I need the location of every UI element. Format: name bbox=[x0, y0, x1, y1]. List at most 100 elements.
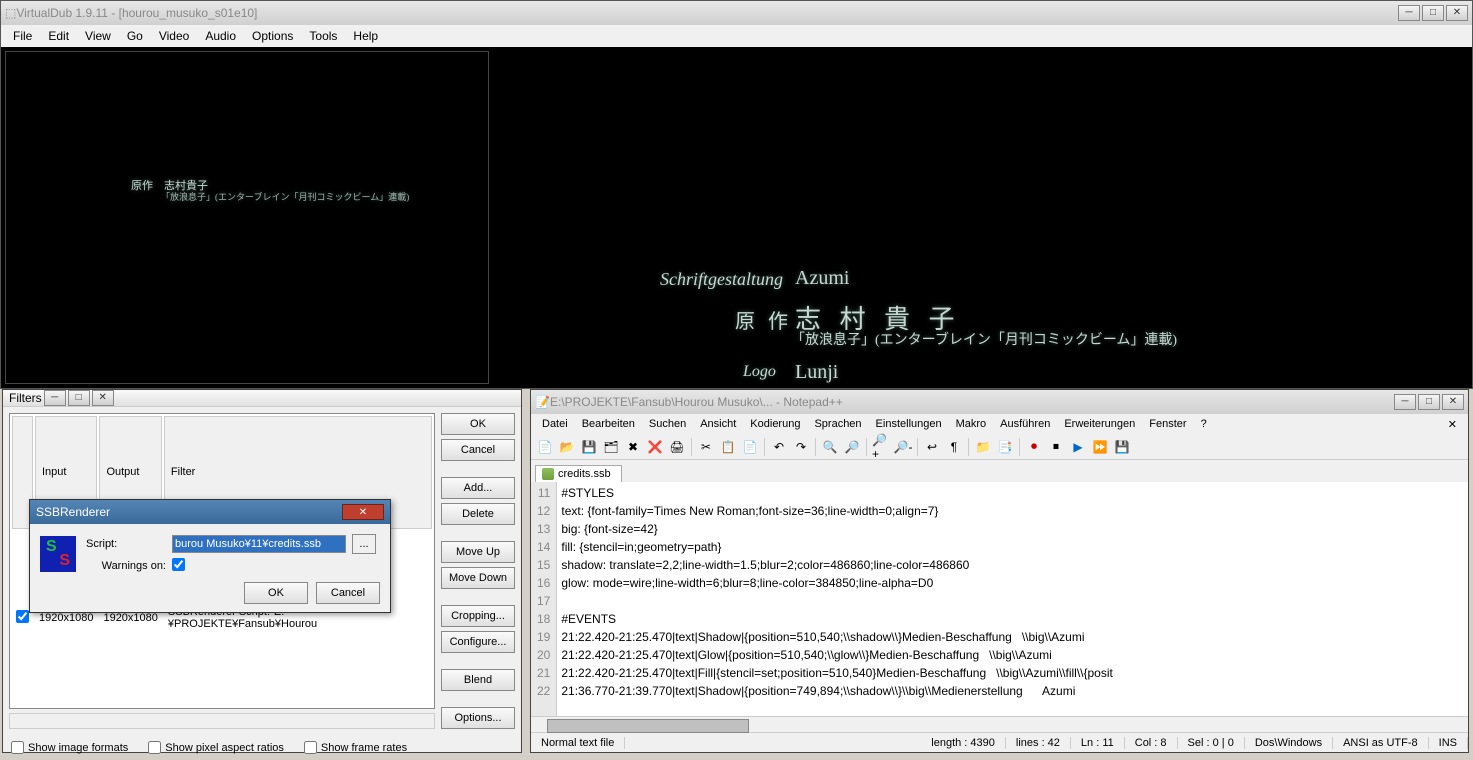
ok-button[interactable]: OK bbox=[441, 413, 515, 435]
replace-icon[interactable]: 🔎 bbox=[842, 437, 862, 457]
close-file-icon[interactable]: ✖ bbox=[623, 437, 643, 457]
fast-macro-icon[interactable]: ⏩ bbox=[1090, 437, 1110, 457]
blend-button[interactable]: Blend bbox=[441, 669, 515, 691]
menu-suchen[interactable]: Suchen bbox=[642, 416, 693, 432]
menu-edit[interactable]: Edit bbox=[40, 27, 77, 45]
titlebar[interactable]: ⬚ VirtualDub 1.9.11 - [hourou_musuko_s01… bbox=[1, 1, 1472, 25]
ok-button[interactable]: OK bbox=[244, 582, 308, 604]
show-image-formats-checkbox[interactable] bbox=[11, 741, 24, 754]
menu-bearbeiten[interactable]: Bearbeiten bbox=[575, 416, 642, 432]
warnings-checkbox[interactable] bbox=[172, 558, 185, 571]
filter-enable-checkbox[interactable] bbox=[16, 610, 29, 623]
menu-ansicht[interactable]: Ansicht bbox=[693, 416, 743, 432]
menu-view[interactable]: View bbox=[77, 27, 119, 45]
menu-erweiterungen[interactable]: Erweiterungen bbox=[1057, 416, 1142, 432]
wordwrap-icon[interactable]: ↩ bbox=[922, 437, 942, 457]
status-col: Col : 8 bbox=[1125, 737, 1178, 749]
close-button[interactable]: ✕ bbox=[92, 390, 114, 406]
options-button[interactable]: Options... bbox=[441, 707, 515, 729]
credit-subtitle: 「放浪息子」(エンターブレイン「月刊コミックビーム」連載) bbox=[791, 329, 1177, 349]
minimize-button[interactable]: ─ bbox=[1398, 5, 1420, 21]
browse-button[interactable]: ... bbox=[352, 534, 376, 554]
menu-help[interactable]: ? bbox=[1194, 416, 1214, 432]
npp-title: E:\PROJEKTE\Fansub\Hourou Musuko\... - N… bbox=[550, 395, 843, 409]
ssb-titlebar[interactable]: SSBRenderer ✕ bbox=[30, 500, 390, 524]
save-all-icon[interactable]: 🗂 bbox=[601, 437, 621, 457]
tab-credits[interactable]: credits.ssb bbox=[535, 465, 622, 482]
script-input[interactable] bbox=[172, 535, 346, 553]
close-button[interactable]: ✕ bbox=[1442, 394, 1464, 410]
npp-titlebar[interactable]: 📝 E:\PROJEKTE\Fansub\Hourou Musuko\... -… bbox=[531, 390, 1468, 414]
save-icon[interactable]: 💾 bbox=[579, 437, 599, 457]
close-all-icon[interactable]: ❌ bbox=[645, 437, 665, 457]
filters-dialog: Filters ─ □ ✕ Input Output Filter 1920x1… bbox=[2, 389, 522, 753]
folder-icon[interactable]: 📁 bbox=[973, 437, 993, 457]
record-macro-icon[interactable]: ⏺ bbox=[1024, 437, 1044, 457]
menu-tools[interactable]: Tools bbox=[301, 27, 345, 45]
ssb-icon bbox=[40, 536, 76, 572]
maximize-button[interactable]: □ bbox=[1418, 394, 1440, 410]
copy-icon[interactable]: 📋 bbox=[718, 437, 738, 457]
minimize-button[interactable]: ─ bbox=[1394, 394, 1416, 410]
show-pixel-aspect-checkbox[interactable] bbox=[148, 741, 161, 754]
stop-macro-icon[interactable]: ⏹ bbox=[1046, 437, 1066, 457]
menu-datei[interactable]: Datei bbox=[535, 416, 575, 432]
function-list-icon[interactable]: 📑 bbox=[995, 437, 1015, 457]
status-ln: Ln : 11 bbox=[1071, 737, 1125, 749]
credit-value: Azumi bbox=[795, 267, 849, 290]
menu-fenster[interactable]: Fenster bbox=[1142, 416, 1193, 432]
configure-button[interactable]: Configure... bbox=[441, 631, 515, 653]
cancel-button[interactable]: Cancel bbox=[316, 582, 380, 604]
find-icon[interactable]: 🔍 bbox=[820, 437, 840, 457]
print-icon[interactable]: 🖨 bbox=[667, 437, 687, 457]
menu-makro[interactable]: Makro bbox=[949, 416, 994, 432]
menu-sprachen[interactable]: Sprachen bbox=[807, 416, 868, 432]
menu-help[interactable]: Help bbox=[345, 27, 386, 45]
menu-options[interactable]: Options bbox=[244, 27, 301, 45]
minimize-button[interactable]: ─ bbox=[44, 390, 66, 406]
horizontal-scrollbar[interactable] bbox=[531, 716, 1468, 732]
status-ins: INS bbox=[1429, 737, 1468, 749]
cancel-button[interactable]: Cancel bbox=[441, 439, 515, 461]
menu-video[interactable]: Video bbox=[151, 27, 197, 45]
redo-icon[interactable]: ↷ bbox=[791, 437, 811, 457]
menu-audio[interactable]: Audio bbox=[197, 27, 244, 45]
horizontal-scrollbar[interactable] bbox=[9, 713, 435, 729]
credit-label: Schriftgestaltung bbox=[660, 269, 783, 290]
menu-ausfuehren[interactable]: Ausführen bbox=[993, 416, 1057, 432]
maximize-button[interactable]: □ bbox=[68, 390, 90, 406]
credit-label: 原 作 bbox=[735, 305, 792, 334]
new-file-icon[interactable]: 📄 bbox=[535, 437, 555, 457]
close-button[interactable]: ✕ bbox=[1446, 5, 1468, 21]
show-frame-rates-checkbox[interactable] bbox=[304, 741, 317, 754]
menu-go[interactable]: Go bbox=[119, 27, 151, 45]
show-all-chars-icon[interactable]: ¶ bbox=[944, 437, 964, 457]
moveup-button[interactable]: Move Up bbox=[441, 541, 515, 563]
add-button[interactable]: Add... bbox=[441, 477, 515, 499]
menu-file[interactable]: File bbox=[5, 27, 40, 45]
maximize-button[interactable]: □ bbox=[1422, 5, 1444, 21]
play-macro-icon[interactable]: ▶ bbox=[1068, 437, 1088, 457]
cropping-button[interactable]: Cropping... bbox=[441, 605, 515, 627]
undo-icon[interactable]: ↶ bbox=[769, 437, 789, 457]
menu-einstellungen[interactable]: Einstellungen bbox=[869, 416, 949, 432]
close-button[interactable]: ✕ bbox=[342, 504, 384, 520]
movedown-button[interactable]: Move Down bbox=[441, 567, 515, 589]
tab-bar: credits.ssb bbox=[531, 460, 1468, 482]
window-title: VirtualDub 1.9.11 - [hourou_musuko_s01e1… bbox=[16, 6, 257, 20]
menu-kodierung[interactable]: Kodierung bbox=[743, 416, 807, 432]
paste-icon[interactable]: 📄 bbox=[740, 437, 760, 457]
app-icon: ⬚ bbox=[5, 6, 16, 20]
filters-titlebar[interactable]: Filters ─ □ ✕ bbox=[3, 390, 521, 407]
cut-icon[interactable]: ✂ bbox=[696, 437, 716, 457]
zoom-in-icon[interactable]: 🔎+ bbox=[871, 437, 891, 457]
delete-button[interactable]: Delete bbox=[441, 503, 515, 525]
editor-area[interactable]: 111213141516171819202122 #STYLEStext: {f… bbox=[531, 482, 1468, 716]
code-content[interactable]: #STYLEStext: {font-family=Times New Roma… bbox=[557, 482, 1468, 716]
zoom-out-icon[interactable]: 🔎- bbox=[893, 437, 913, 457]
tab-close-icon[interactable]: ✕ bbox=[1441, 416, 1464, 433]
open-file-icon[interactable]: 📂 bbox=[557, 437, 577, 457]
status-filetype: Normal text file bbox=[531, 737, 625, 749]
filters-title: Filters bbox=[9, 391, 42, 405]
save-macro-icon[interactable]: 💾 bbox=[1112, 437, 1132, 457]
